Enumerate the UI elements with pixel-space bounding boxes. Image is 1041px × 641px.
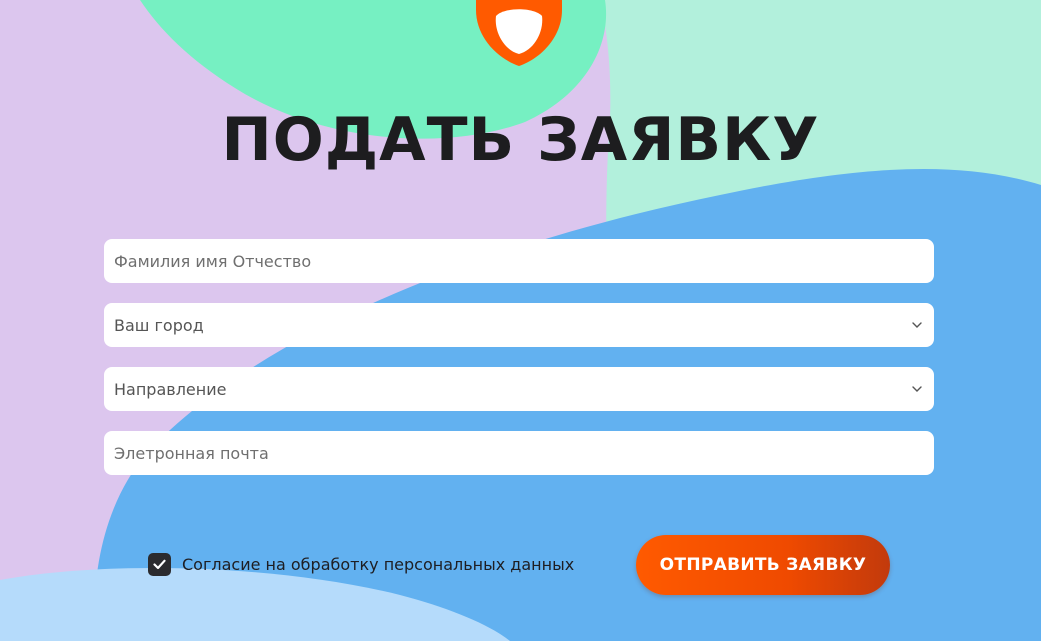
email-input[interactable] (114, 431, 924, 475)
submit-button[interactable]: ОТПРАВИТЬ ЗАЯВКУ (636, 535, 890, 595)
full-name-input[interactable] (114, 239, 924, 283)
shield-logo-icon (476, 0, 562, 66)
chevron-down-icon (910, 382, 924, 396)
check-icon (153, 559, 166, 570)
email-field[interactable] (104, 431, 934, 475)
city-select-value: Ваш город (114, 315, 204, 335)
city-select[interactable]: Ваш город (104, 303, 934, 347)
consent-label[interactable]: Согласие на обработку персональных данны… (182, 555, 574, 574)
consent-checkbox[interactable] (148, 553, 171, 576)
chevron-down-icon (910, 318, 924, 332)
page-title: ПОДАТЬ ЗАЯВКУ (221, 105, 820, 175)
direction-select[interactable]: Направление (104, 367, 934, 411)
consent-row: Согласие на обработку персональных данны… (148, 553, 574, 576)
full-name-field[interactable] (104, 239, 934, 283)
direction-select-value: Направление (114, 379, 227, 399)
application-form-page: ПОДАТЬ ЗАЯВКУ Ваш город Направление Согл… (0, 0, 1041, 641)
